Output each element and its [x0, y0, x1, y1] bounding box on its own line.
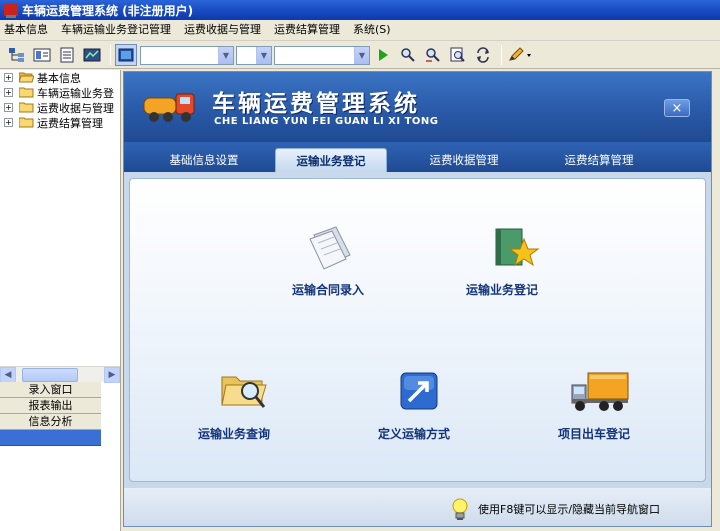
- tree-view-icon[interactable]: [6, 44, 28, 66]
- feature-label: 项目出车登记: [558, 427, 631, 441]
- refresh-icon[interactable]: [472, 44, 494, 66]
- input-window-button[interactable]: 录入窗口: [0, 382, 101, 398]
- menu-transport-registration[interactable]: 车辆运输业务登记管理: [57, 20, 180, 40]
- tree-node-label: 基本信息: [37, 71, 81, 85]
- feature-label: 运输合同录入: [292, 283, 365, 297]
- lightbulb-icon: [452, 498, 468, 520]
- toolbar: ▼ ▼ ▼: [0, 42, 720, 69]
- toolbar-combo-1[interactable]: ▼: [140, 45, 234, 65]
- scroll-left-icon[interactable]: ◀: [0, 366, 16, 383]
- run-icon[interactable]: [372, 44, 394, 66]
- window-title: 车辆运费管理系统 (非注册用户): [22, 3, 194, 18]
- contract-document-icon: [309, 226, 351, 270]
- card-icon[interactable]: [31, 44, 53, 66]
- star-book-icon: [495, 228, 540, 267]
- expand-icon[interactable]: +: [4, 73, 13, 82]
- tab-transport-registration[interactable]: 运输业务登记: [275, 148, 387, 177]
- tree-node-basic-info[interactable]: + 基本信息: [0, 70, 120, 85]
- info-analysis-button[interactable]: 信息分析: [0, 414, 101, 430]
- menu-basic-info[interactable]: 基本信息: [0, 20, 57, 40]
- folder-icon: [19, 102, 34, 113]
- close-panel-button[interactable]: ×: [664, 99, 690, 117]
- app-truck-icon: [4, 4, 18, 18]
- nav-button-panel: 录入窗口 报表输出 信息分析: [0, 382, 101, 446]
- preview-icon[interactable]: [447, 44, 469, 66]
- tab-basic-settings[interactable]: 基础信息设置: [144, 148, 264, 172]
- tabstrip: 基础信息设置 运输业务登记 运费收据管理 运费结算管理: [124, 142, 711, 177]
- find-icon[interactable]: [397, 44, 419, 66]
- feature-label: 定义运输方式: [378, 427, 451, 441]
- tab-freight-receipts[interactable]: 运费收据管理: [404, 148, 524, 172]
- feature-contract-entry[interactable]: 运输合同录入: [280, 225, 400, 305]
- folder-open-icon: [19, 72, 34, 83]
- arrow-box-icon: [400, 372, 438, 410]
- menu-freight-receipts[interactable]: 运费收据与管理: [180, 20, 270, 40]
- screen-icon[interactable]: [115, 44, 137, 66]
- tree-node-label: 车辆运输业务登: [37, 86, 114, 100]
- close-icon: ×: [671, 100, 683, 116]
- toolbar-separator: [110, 45, 111, 65]
- feature-label: 运输业务登记: [466, 283, 539, 297]
- scroll-right-icon[interactable]: ▶: [104, 366, 120, 383]
- toolbar-combo-3[interactable]: ▼: [274, 45, 370, 65]
- app-banner: 车辆运费管理系统 CHE LIANG YUN FEI GUAN LI XI TO…: [124, 72, 711, 142]
- menu-system[interactable]: 系统(S): [349, 20, 400, 40]
- status-hint: 使用F8键可以显示/隐藏当前导航窗口: [478, 503, 661, 516]
- window-titlebar: 车辆运费管理系统 (非注册用户): [0, 0, 720, 20]
- report-output-button[interactable]: 报表输出: [0, 398, 101, 414]
- truck-icon: [571, 372, 629, 411]
- chevron-down-icon[interactable]: ▼: [218, 46, 233, 64]
- tree-node-label: 运费收据与管理: [37, 101, 114, 115]
- expand-icon[interactable]: +: [4, 118, 13, 127]
- feature-transport-query[interactable]: 运输业务查询: [196, 369, 316, 449]
- chevron-down-icon[interactable]: ▼: [354, 46, 369, 64]
- feature-project-dispatch[interactable]: 项目出车登记: [554, 369, 684, 449]
- tree-node-freight-receipts[interactable]: + 运费收据与管理: [0, 100, 120, 115]
- tree-node-freight-settlement[interactable]: + 运费结算管理: [0, 115, 120, 130]
- find-next-icon[interactable]: [422, 44, 444, 66]
- navigation-sidebar: + 基本信息 + 车辆运输业务登 + 运费收据与管理 + 运费结算管理 ◀ ▶ …: [0, 70, 121, 531]
- tree-horizontal-scrollbar[interactable]: ◀ ▶: [0, 366, 120, 383]
- expand-icon[interactable]: +: [4, 88, 13, 97]
- tree-node-transport-registration[interactable]: + 车辆运输业务登: [0, 85, 120, 100]
- pencil-icon[interactable]: [506, 44, 534, 66]
- feature-area: 运输合同录入 运输业务登记 运输业务查询 定义运输方式 项目出车登记: [129, 178, 706, 482]
- folder-search-icon: [221, 376, 267, 408]
- scrollbar-thumb[interactable]: [22, 367, 78, 382]
- feature-transport-registration[interactable]: 运输业务登记: [460, 225, 580, 305]
- active-nav-button[interactable]: [0, 430, 101, 446]
- chevron-down-icon[interactable]: ▼: [256, 46, 271, 64]
- toolbar-combo-2[interactable]: ▼: [236, 45, 272, 65]
- expand-icon[interactable]: +: [4, 103, 13, 112]
- app-title: 车辆运费管理系统: [212, 91, 420, 117]
- navigation-tree: + 基本信息 + 车辆运输业务登 + 运费收据与管理 + 运费结算管理: [0, 70, 120, 366]
- truck-logo-icon: [143, 93, 195, 122]
- menu-freight-settlement[interactable]: 运费结算管理: [270, 20, 349, 40]
- folder-icon: [19, 87, 34, 98]
- status-bar: 使用F8键可以显示/隐藏当前导航窗口: [124, 488, 711, 526]
- main-panel: 车辆运费管理系统 CHE LIANG YUN FEI GUAN LI XI TO…: [123, 71, 712, 527]
- feature-label: 运输业务查询: [198, 427, 271, 441]
- feature-define-transport-mode[interactable]: 定义运输方式: [370, 369, 490, 449]
- document-icon[interactable]: [56, 44, 78, 66]
- app-subtitle: CHE LIANG YUN FEI GUAN LI XI TONG: [214, 116, 439, 127]
- menubar: 基本信息 车辆运输业务登记管理 运费收据与管理 运费结算管理 系统(S): [0, 20, 720, 41]
- report-icon[interactable]: [81, 44, 103, 66]
- folder-icon: [19, 117, 34, 128]
- tree-node-label: 运费结算管理: [37, 116, 103, 130]
- toolbar-separator: [501, 45, 502, 65]
- tab-freight-settlement[interactable]: 运费结算管理: [539, 148, 659, 172]
